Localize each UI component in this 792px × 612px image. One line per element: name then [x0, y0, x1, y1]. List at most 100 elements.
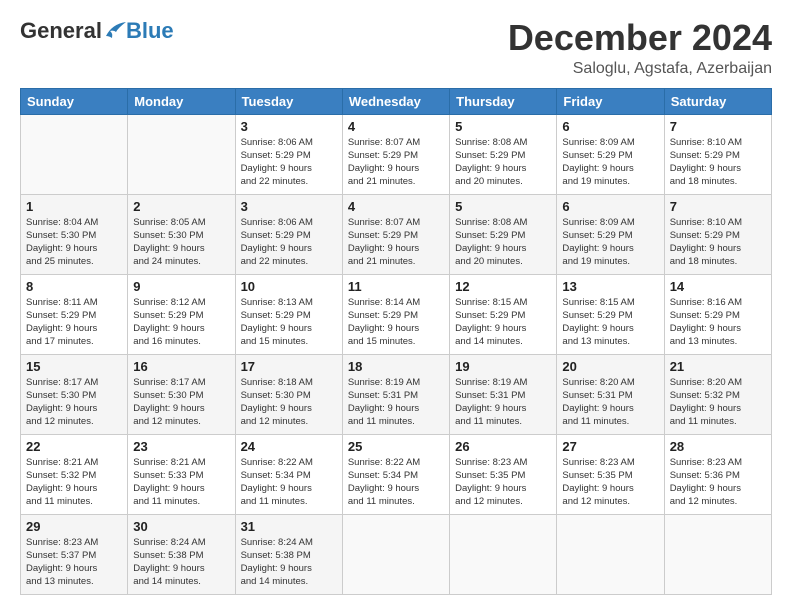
day-number: 21: [670, 359, 766, 374]
table-row: 6 Sunrise: 8:09 AM Sunset: 5:29 PM Dayli…: [557, 114, 664, 194]
table-row: [21, 114, 128, 194]
table-row: 11 Sunrise: 8:14 AM Sunset: 5:29 PM Dayl…: [342, 274, 449, 354]
table-row: 18 Sunrise: 8:19 AM Sunset: 5:31 PM Dayl…: [342, 354, 449, 434]
table-row: [664, 514, 771, 594]
calendar-week-row: 29 Sunrise: 8:23 AM Sunset: 5:37 PM Dayl…: [21, 514, 772, 594]
logo-bird-icon: [104, 22, 126, 40]
table-row: [557, 514, 664, 594]
table-row: 13 Sunrise: 8:15 AM Sunset: 5:29 PM Dayl…: [557, 274, 664, 354]
table-row: 21 Sunrise: 8:20 AM Sunset: 5:32 PM Dayl…: [664, 354, 771, 434]
title-block: December 2024 Saloglu, Agstafa, Azerbaij…: [508, 18, 772, 78]
col-thursday: Thursday: [450, 88, 557, 114]
day-info: Sunrise: 8:17 AM Sunset: 5:30 PM Dayligh…: [133, 377, 205, 428]
table-row: 22 Sunrise: 8:21 AM Sunset: 5:32 PM Dayl…: [21, 434, 128, 514]
day-number: 14: [670, 279, 766, 294]
day-number: 19: [455, 359, 551, 374]
table-row: 6 Sunrise: 8:09 AM Sunset: 5:29 PM Dayli…: [557, 194, 664, 274]
day-number: 6: [562, 119, 658, 134]
day-info: Sunrise: 8:08 AM Sunset: 5:29 PM Dayligh…: [455, 137, 527, 188]
col-monday: Monday: [128, 88, 235, 114]
table-row: [128, 114, 235, 194]
day-number: 15: [26, 359, 122, 374]
table-row: 25 Sunrise: 8:22 AM Sunset: 5:34 PM Dayl…: [342, 434, 449, 514]
col-friday: Friday: [557, 88, 664, 114]
day-number: 18: [348, 359, 444, 374]
table-row: 10 Sunrise: 8:13 AM Sunset: 5:29 PM Dayl…: [235, 274, 342, 354]
day-number: 30: [133, 519, 229, 534]
day-number: 13: [562, 279, 658, 294]
page: General Blue December 2024 Saloglu, Agst…: [0, 0, 792, 605]
calendar-week-row: 8 Sunrise: 8:11 AM Sunset: 5:29 PM Dayli…: [21, 274, 772, 354]
day-number: 27: [562, 439, 658, 454]
day-number: 2: [133, 199, 229, 214]
table-row: 17 Sunrise: 8:18 AM Sunset: 5:30 PM Dayl…: [235, 354, 342, 434]
day-info: Sunrise: 8:12 AM Sunset: 5:29 PM Dayligh…: [133, 297, 205, 348]
day-number: 11: [348, 279, 444, 294]
day-info: Sunrise: 8:07 AM Sunset: 5:29 PM Dayligh…: [348, 217, 420, 268]
day-info: Sunrise: 8:22 AM Sunset: 5:34 PM Dayligh…: [241, 457, 313, 508]
day-number: 9: [133, 279, 229, 294]
day-info: Sunrise: 8:17 AM Sunset: 5:30 PM Dayligh…: [26, 377, 98, 428]
day-number: 26: [455, 439, 551, 454]
day-info: Sunrise: 8:22 AM Sunset: 5:34 PM Dayligh…: [348, 457, 420, 508]
day-info: Sunrise: 8:24 AM Sunset: 5:38 PM Dayligh…: [133, 537, 205, 588]
day-info: Sunrise: 8:10 AM Sunset: 5:29 PM Dayligh…: [670, 217, 742, 268]
col-saturday: Saturday: [664, 88, 771, 114]
day-info: Sunrise: 8:24 AM Sunset: 5:38 PM Dayligh…: [241, 537, 313, 588]
table-row: 27 Sunrise: 8:23 AM Sunset: 5:35 PM Dayl…: [557, 434, 664, 514]
table-row: 3 Sunrise: 8:06 AM Sunset: 5:29 PM Dayli…: [235, 114, 342, 194]
day-info: Sunrise: 8:06 AM Sunset: 5:29 PM Dayligh…: [241, 137, 313, 188]
day-number: 31: [241, 519, 337, 534]
day-number: 29: [26, 519, 122, 534]
day-info: Sunrise: 8:23 AM Sunset: 5:36 PM Dayligh…: [670, 457, 742, 508]
day-info: Sunrise: 8:18 AM Sunset: 5:30 PM Dayligh…: [241, 377, 313, 428]
table-row: 2 Sunrise: 8:05 AM Sunset: 5:30 PM Dayli…: [128, 194, 235, 274]
day-number: 8: [26, 279, 122, 294]
table-row: 31 Sunrise: 8:24 AM Sunset: 5:38 PM Dayl…: [235, 514, 342, 594]
day-number: 24: [241, 439, 337, 454]
day-number: 22: [26, 439, 122, 454]
logo-general: General: [20, 18, 102, 44]
table-row: 3 Sunrise: 8:06 AM Sunset: 5:29 PM Dayli…: [235, 194, 342, 274]
calendar-week-row: 22 Sunrise: 8:21 AM Sunset: 5:32 PM Dayl…: [21, 434, 772, 514]
table-row: [342, 514, 449, 594]
day-number: 5: [455, 119, 551, 134]
location: Saloglu, Agstafa, Azerbaijan: [508, 60, 772, 78]
day-info: Sunrise: 8:11 AM Sunset: 5:29 PM Dayligh…: [26, 297, 98, 348]
day-info: Sunrise: 8:19 AM Sunset: 5:31 PM Dayligh…: [455, 377, 527, 428]
table-row: 26 Sunrise: 8:23 AM Sunset: 5:35 PM Dayl…: [450, 434, 557, 514]
col-sunday: Sunday: [21, 88, 128, 114]
day-info: Sunrise: 8:16 AM Sunset: 5:29 PM Dayligh…: [670, 297, 742, 348]
day-number: 4: [348, 199, 444, 214]
calendar-header-row: Sunday Monday Tuesday Wednesday Thursday…: [21, 88, 772, 114]
calendar-week-row: 1 Sunrise: 8:04 AM Sunset: 5:30 PM Dayli…: [21, 194, 772, 274]
table-row: 30 Sunrise: 8:24 AM Sunset: 5:38 PM Dayl…: [128, 514, 235, 594]
table-row: 23 Sunrise: 8:21 AM Sunset: 5:33 PM Dayl…: [128, 434, 235, 514]
month-title: December 2024: [508, 18, 772, 58]
table-row: 20 Sunrise: 8:20 AM Sunset: 5:31 PM Dayl…: [557, 354, 664, 434]
table-row: 28 Sunrise: 8:23 AM Sunset: 5:36 PM Dayl…: [664, 434, 771, 514]
day-info: Sunrise: 8:15 AM Sunset: 5:29 PM Dayligh…: [562, 297, 634, 348]
day-number: 20: [562, 359, 658, 374]
day-number: 1: [26, 199, 122, 214]
day-number: 6: [562, 199, 658, 214]
table-row: 5 Sunrise: 8:08 AM Sunset: 5:29 PM Dayli…: [450, 114, 557, 194]
logo: General Blue: [20, 18, 174, 44]
day-info: Sunrise: 8:10 AM Sunset: 5:29 PM Dayligh…: [670, 137, 742, 188]
day-number: 25: [348, 439, 444, 454]
table-row: 12 Sunrise: 8:15 AM Sunset: 5:29 PM Dayl…: [450, 274, 557, 354]
day-info: Sunrise: 8:13 AM Sunset: 5:29 PM Dayligh…: [241, 297, 313, 348]
day-number: 17: [241, 359, 337, 374]
table-row: 15 Sunrise: 8:17 AM Sunset: 5:30 PM Dayl…: [21, 354, 128, 434]
day-number: 5: [455, 199, 551, 214]
day-info: Sunrise: 8:07 AM Sunset: 5:29 PM Dayligh…: [348, 137, 420, 188]
day-number: 23: [133, 439, 229, 454]
col-tuesday: Tuesday: [235, 88, 342, 114]
table-row: 1 Sunrise: 8:04 AM Sunset: 5:30 PM Dayli…: [21, 194, 128, 274]
calendar-table: Sunday Monday Tuesday Wednesday Thursday…: [20, 88, 772, 595]
table-row: 19 Sunrise: 8:19 AM Sunset: 5:31 PM Dayl…: [450, 354, 557, 434]
table-row: 7 Sunrise: 8:10 AM Sunset: 5:29 PM Dayli…: [664, 194, 771, 274]
table-row: 7 Sunrise: 8:10 AM Sunset: 5:29 PM Dayli…: [664, 114, 771, 194]
day-info: Sunrise: 8:09 AM Sunset: 5:29 PM Dayligh…: [562, 137, 634, 188]
calendar-week-row: 3 Sunrise: 8:06 AM Sunset: 5:29 PM Dayli…: [21, 114, 772, 194]
